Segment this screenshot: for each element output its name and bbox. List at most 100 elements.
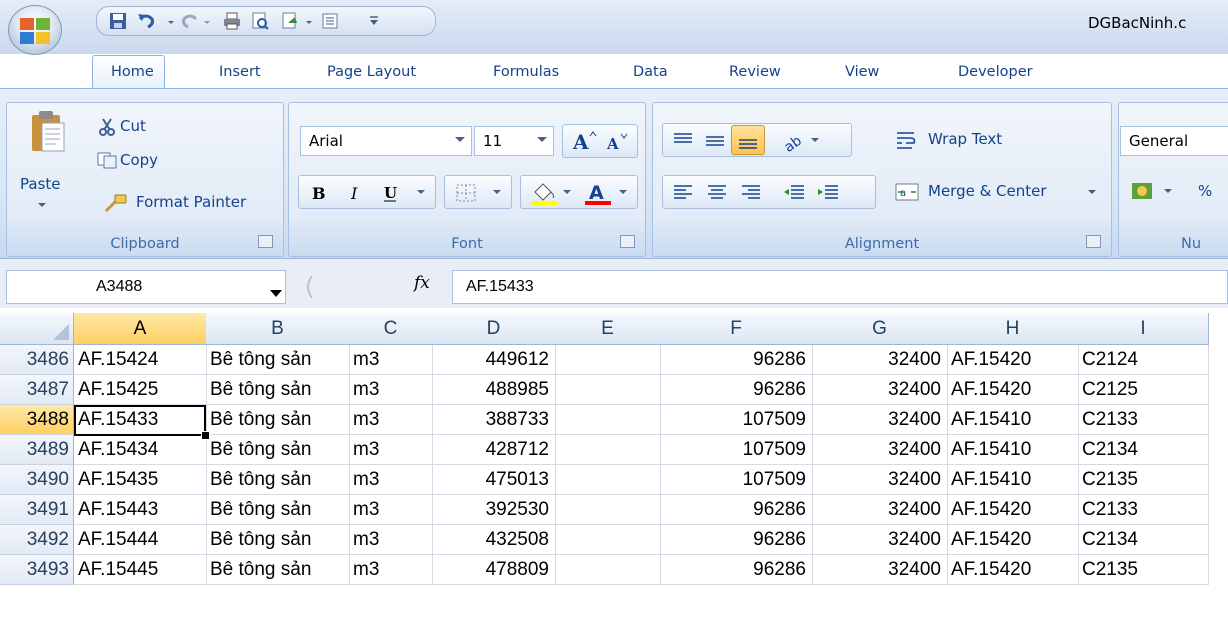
print-preview-icon[interactable] xyxy=(249,11,271,31)
column-header-e[interactable]: E xyxy=(555,313,661,345)
cell-h[interactable]: AF.15410 xyxy=(947,465,1079,495)
row-header[interactable]: 3489 xyxy=(0,435,74,465)
cell-f[interactable]: 96286 xyxy=(660,495,813,525)
cell-i[interactable]: C2135 xyxy=(1078,465,1209,495)
cell-g[interactable]: 32400 xyxy=(812,555,948,585)
merge-center-dropdown-icon[interactable] xyxy=(1086,188,1098,196)
cell-d[interactable]: 475013 xyxy=(432,465,556,495)
font-name-select[interactable]: Arial xyxy=(300,126,472,156)
cell-a[interactable]: AF.15444 xyxy=(74,525,207,555)
number-format-select[interactable]: General xyxy=(1120,126,1228,156)
cell-e[interactable] xyxy=(555,525,661,555)
cell-a[interactable]: AF.15445 xyxy=(74,555,207,585)
cell-h[interactable]: AF.15420 xyxy=(947,345,1079,375)
cell-e[interactable] xyxy=(555,375,661,405)
increase-indent-icon[interactable] xyxy=(815,183,841,203)
align-middle-icon[interactable] xyxy=(703,130,727,150)
percent-style-button[interactable]: % xyxy=(1198,182,1212,200)
copy-icon[interactable] xyxy=(96,151,118,169)
font-color-dropdown-icon[interactable] xyxy=(617,188,629,196)
row-header[interactable]: 3492 xyxy=(0,525,74,555)
save-icon[interactable] xyxy=(107,11,129,31)
row-header[interactable]: 3488 xyxy=(0,405,74,435)
cell-b[interactable]: Bê tông sản xyxy=(206,555,350,585)
cell-a[interactable]: AF.15425 xyxy=(74,375,207,405)
orientation-dropdown-icon[interactable] xyxy=(809,136,821,144)
cell-i[interactable]: C2134 xyxy=(1078,435,1209,465)
merge-center-button[interactable]: Merge & Center xyxy=(928,182,1047,200)
copy-button[interactable]: Copy xyxy=(120,151,158,169)
cell-e[interactable] xyxy=(555,465,661,495)
cell-f[interactable]: 96286 xyxy=(660,525,813,555)
cell-f[interactable]: 107509 xyxy=(660,405,813,435)
orientation-icon[interactable]: ab xyxy=(781,128,807,152)
column-header-i[interactable]: I xyxy=(1078,313,1209,345)
underline-dropdown-icon[interactable] xyxy=(415,188,427,196)
cell-d[interactable]: 392530 xyxy=(432,495,556,525)
format-painter-icon[interactable] xyxy=(104,193,128,213)
insert-function-button[interactable]: fx xyxy=(414,273,430,293)
column-header-d[interactable]: D xyxy=(432,313,556,345)
tab-review[interactable]: Review xyxy=(729,64,781,80)
cell-d[interactable]: 388733 xyxy=(432,405,556,435)
redo-dropdown-icon[interactable] xyxy=(201,11,213,31)
fill-color-icon[interactable] xyxy=(529,180,559,206)
cell-i[interactable]: C2135 xyxy=(1078,555,1209,585)
cell-b[interactable]: Bê tông sản xyxy=(206,375,350,405)
row-header[interactable]: 3487 xyxy=(0,375,74,405)
cell-i[interactable]: C2133 xyxy=(1078,495,1209,525)
cell-c[interactable]: m3 xyxy=(349,435,433,465)
open-icon[interactable] xyxy=(279,11,301,31)
cell-i[interactable]: C2133 xyxy=(1078,405,1209,435)
cell-a[interactable]: AF.15434 xyxy=(74,435,207,465)
cell-e[interactable] xyxy=(555,495,661,525)
cell-h[interactable]: AF.15410 xyxy=(947,435,1079,465)
tab-developer[interactable]: Developer xyxy=(958,64,1033,80)
sort-icon[interactable] xyxy=(319,11,341,31)
tab-view[interactable]: View xyxy=(845,64,879,80)
cell-e[interactable] xyxy=(555,345,661,375)
underline-icon[interactable]: U xyxy=(381,183,399,203)
cell-c[interactable]: m3 xyxy=(349,375,433,405)
cell-e[interactable] xyxy=(555,435,661,465)
print-icon[interactable] xyxy=(221,11,243,31)
cell-a[interactable]: AF.15443 xyxy=(74,495,207,525)
cell-f[interactable]: 96286 xyxy=(660,555,813,585)
cell-d[interactable]: 432508 xyxy=(432,525,556,555)
cell-c[interactable]: m3 xyxy=(349,405,433,435)
align-left-icon[interactable] xyxy=(671,183,695,203)
align-right-icon[interactable] xyxy=(739,183,763,203)
cell-g[interactable]: 32400 xyxy=(812,435,948,465)
borders-dropdown-icon[interactable] xyxy=(491,188,503,196)
cell-g[interactable]: 32400 xyxy=(812,525,948,555)
tab-home[interactable]: Home xyxy=(111,64,154,80)
cell-e[interactable] xyxy=(555,555,661,585)
cell-f[interactable]: 107509 xyxy=(660,435,813,465)
paste-button[interactable]: Paste xyxy=(20,175,61,193)
undo-icon[interactable] xyxy=(135,11,157,31)
column-header-f[interactable]: F xyxy=(660,313,813,345)
column-header-b[interactable]: B xyxy=(206,313,350,345)
merge-center-icon[interactable]: a xyxy=(894,181,920,203)
accounting-format-icon[interactable] xyxy=(1130,179,1158,205)
cell-c[interactable]: m3 xyxy=(349,345,433,375)
cell-b[interactable]: Bê tông sản xyxy=(206,465,350,495)
cell-b[interactable]: Bê tông sản xyxy=(206,345,350,375)
cut-button[interactable]: Cut xyxy=(120,117,146,135)
cell-a[interactable]: AF.15435 xyxy=(74,465,207,495)
cell-a[interactable]: AF.15433 xyxy=(74,405,207,435)
wrap-text-button[interactable]: Wrap Text xyxy=(928,130,1002,148)
cell-d[interactable]: 488985 xyxy=(432,375,556,405)
tab-formulas[interactable]: Formulas xyxy=(493,64,559,80)
cell-i[interactable]: C2124 xyxy=(1078,345,1209,375)
cell-c[interactable]: m3 xyxy=(349,495,433,525)
font-size-select[interactable]: 11 xyxy=(474,126,554,156)
align-top-icon[interactable] xyxy=(671,130,695,150)
alignment-launcher-icon[interactable] xyxy=(1086,235,1101,248)
customize-toolbar-icon[interactable] xyxy=(367,11,381,31)
shrink-font-icon[interactable]: A xyxy=(605,132,631,152)
font-color-icon[interactable]: A xyxy=(583,180,613,206)
borders-button[interactable] xyxy=(444,175,512,209)
cell-g[interactable]: 32400 xyxy=(812,375,948,405)
cell-g[interactable]: 32400 xyxy=(812,465,948,495)
